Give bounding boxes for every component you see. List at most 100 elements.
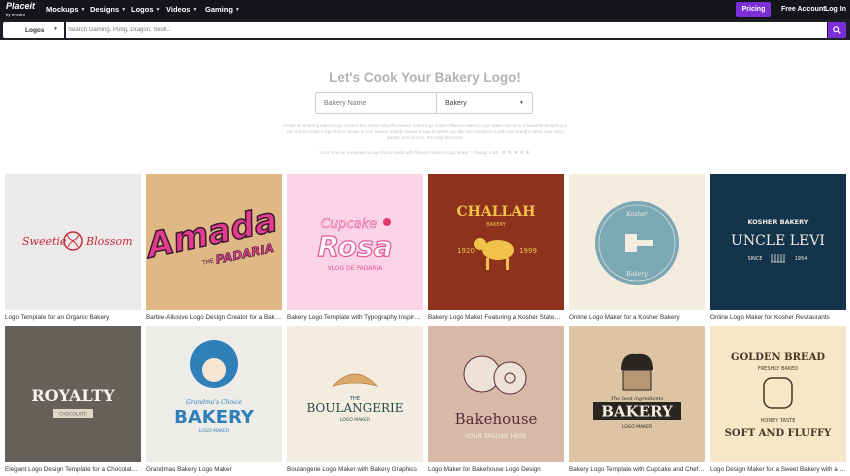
logo-thumbnail: The best ingredients BAKERY LOGO MAKER (569, 326, 705, 462)
logo-text: BAKERY (486, 222, 506, 228)
card-caption: Bakery Logo Maker Featuring a Kosher Sta… (428, 314, 564, 321)
logo-text: 1920 (457, 247, 475, 255)
logo-text: LOGO MAKER (340, 417, 370, 423)
chevron-down-icon: ▼ (234, 6, 240, 13)
logo-text: BOULANGERIE (306, 401, 403, 415)
logo-text: Placeit (6, 1, 36, 11)
search-input[interactable] (66, 22, 827, 38)
card-caption: Bakery Logo Template with Typography Ins… (287, 314, 423, 321)
logo-text: CHOCOLATE (59, 412, 87, 418)
logo-thumbnail: Sweetie Blossom (5, 174, 141, 310)
logo-text: The best ingredients (611, 396, 664, 402)
nav-item-logos[interactable]: Logos ▼ (131, 4, 160, 15)
logo-thumbnail: CHALLAH BAKERY 1920 1999 (428, 174, 564, 310)
chevron-down-icon: ▼ (192, 6, 198, 13)
logo-text: Blossom (85, 235, 133, 248)
logo-text: FRESHLY BAKED (758, 366, 798, 372)
logo-template-card[interactable]: ROYALTY CHOCOLATE Elegant Logo Design Te… (5, 326, 141, 473)
nav-label: Designs (90, 5, 120, 14)
placeit-logo[interactable]: Placeit by envato (6, 1, 38, 18)
logo-text: YOUR TAGLINE HERE (464, 433, 527, 440)
logo-text: HONEY TASTE (761, 418, 796, 424)
logo-template-card[interactable]: Amada THE PADARIA Barbie-Allusive Logo D… (146, 174, 282, 321)
logo-text: LOGO MAKER (199, 428, 229, 434)
free-account-link[interactable]: Free Account (781, 4, 825, 15)
nav-label: Gaming (205, 5, 233, 14)
logo-text: VLOG DE PADARIA (328, 265, 384, 272)
logo-template-card[interactable]: Grandma's Choice BAKERY LOGO MAKER Grand… (146, 326, 282, 473)
testimonial-text: "Look how we reinvented a logo that is m… (318, 150, 499, 155)
logo-text: Sweetie (22, 235, 67, 248)
chevron-down-icon: ▼ (519, 100, 524, 106)
logo-template-card[interactable]: Kosher Bakery Online Logo Maker for a Ko… (569, 174, 705, 321)
page-title: Let's Cook Your Bakery Logo! (329, 70, 521, 85)
card-caption: Logo Maker for Bakehouse Logo Design (428, 466, 541, 473)
search-button[interactable] (828, 22, 846, 38)
logo-text: SINCE (747, 256, 762, 262)
card-caption: Elegant Logo Design Template for a Choco… (5, 466, 141, 473)
logo-thumbnail: ROYALTY CHOCOLATE (5, 326, 141, 462)
bakery-name-input[interactable] (315, 92, 436, 114)
bakery-type-value: Bakery (445, 99, 467, 107)
nav-item-designs[interactable]: Designs ▼ (90, 4, 126, 15)
search-icon (833, 26, 841, 34)
login-link[interactable]: Log In (825, 4, 846, 15)
search-category-label: Logos (25, 26, 45, 34)
chevron-down-icon: ▼ (155, 6, 161, 13)
logo-text: BAKERY (601, 403, 673, 421)
logo-text: ROYALTY (31, 386, 115, 405)
nav-label: Videos (166, 5, 191, 14)
logo-text: KOSHER BAKERY (748, 218, 809, 226)
logo-thumbnail: Kosher Bakery (569, 174, 705, 310)
nav-item-videos[interactable]: Videos ▼ (166, 4, 197, 15)
top-nav: Placeit by envato Mockups ▼ Designs ▼ Logo… (0, 0, 850, 19)
card-caption: Barbie-Allusive Logo Design Creator for … (146, 314, 282, 321)
logo-thumbnail: Grandma's Choice BAKERY LOGO MAKER (146, 326, 282, 462)
logo-text: Kosher (625, 211, 648, 218)
nav-item-gaming[interactable]: Gaming ▼ (205, 4, 240, 15)
logo-template-card[interactable]: Sweetie Blossom Logo Template for an Org… (5, 174, 141, 321)
rating-stars: ★★★★★ (501, 150, 532, 156)
testimonial-line: "Look how we reinvented a logo that is m… (0, 150, 850, 156)
chevron-down-icon: ▼ (121, 6, 127, 13)
logo-template-card[interactable]: Cupcake Rosa VLOG DE PADARIA Bakery Logo… (287, 174, 423, 321)
pricing-button[interactable]: Pricing (736, 2, 771, 17)
hero-description: Create an amazing bakery logo in just a … (282, 123, 568, 140)
search-category-select[interactable]: Logos ▼ (3, 22, 64, 38)
logo-text: UNCLE LEVI (731, 233, 825, 249)
card-caption: Logo Design Maker for a Sweet Bakery wit… (710, 466, 846, 473)
logo-text: Grandma's Choice (186, 399, 242, 406)
card-caption: Bakery Logo Template with Cupcake and Ch… (569, 466, 705, 473)
logo-template-card[interactable]: THE BOULANGERIE LOGO MAKER Boulangerie L… (287, 326, 423, 473)
card-caption: Boulangerie Logo Maker with Bakery Graph… (287, 466, 417, 473)
logo-subtext: by envato (6, 12, 26, 17)
logo-text: 1999 (519, 247, 537, 255)
logo-text: GOLDEN BREAD (731, 352, 825, 363)
logo-text: Bakehouse (455, 410, 538, 428)
logo-template-card[interactable]: GOLDEN BREAD FRESHLY BAKED HONEY TASTE S… (710, 326, 846, 473)
logo-template-card[interactable]: KOSHER BAKERY UNCLE LEVI SINCE 1954 Onli… (710, 174, 846, 321)
chevron-down-icon: ▼ (53, 26, 58, 32)
logo-template-card[interactable]: The best ingredients BAKERY LOGO MAKER B… (569, 326, 705, 473)
card-caption: Online Logo Maker for a Kosher Bakery (569, 314, 680, 321)
logo-text: Bakery (625, 271, 648, 278)
logo-text: SOFT AND FLUFFY (725, 428, 833, 439)
logo-text: LOGO MAKER (622, 424, 652, 430)
logo-text: 1954 (795, 256, 808, 262)
logo-thumbnail: Bakehouse YOUR TAGLINE HERE (428, 326, 564, 462)
card-caption: Online Logo Maker for Kosher Restaurants (710, 314, 830, 321)
logo-template-card[interactable]: CHALLAH BAKERY 1920 1999 Bakery Logo Mak… (428, 174, 564, 321)
logo-text: BAKERY (174, 407, 255, 428)
logo-thumbnail: THE BOULANGERIE LOGO MAKER (287, 326, 423, 462)
nav-item-mockups[interactable]: Mockups ▼ (46, 4, 85, 15)
logo-thumbnail: Cupcake Rosa VLOG DE PADARIA (287, 174, 423, 310)
card-caption: Logo Template for an Organic Bakery (5, 314, 110, 321)
logo-text: CHALLAH (456, 204, 535, 220)
logo-template-card[interactable]: Bakehouse YOUR TAGLINE HERE Logo Maker f… (428, 326, 564, 473)
logo-text: Rosa (318, 230, 393, 263)
card-caption: Grandmas Bakery Logo Maker (146, 466, 232, 473)
bakery-type-select[interactable]: Bakery ▼ (436, 92, 533, 114)
nav-label: Mockups (46, 5, 79, 14)
nav-label: Logos (131, 5, 154, 14)
chevron-down-icon: ▼ (80, 6, 86, 13)
